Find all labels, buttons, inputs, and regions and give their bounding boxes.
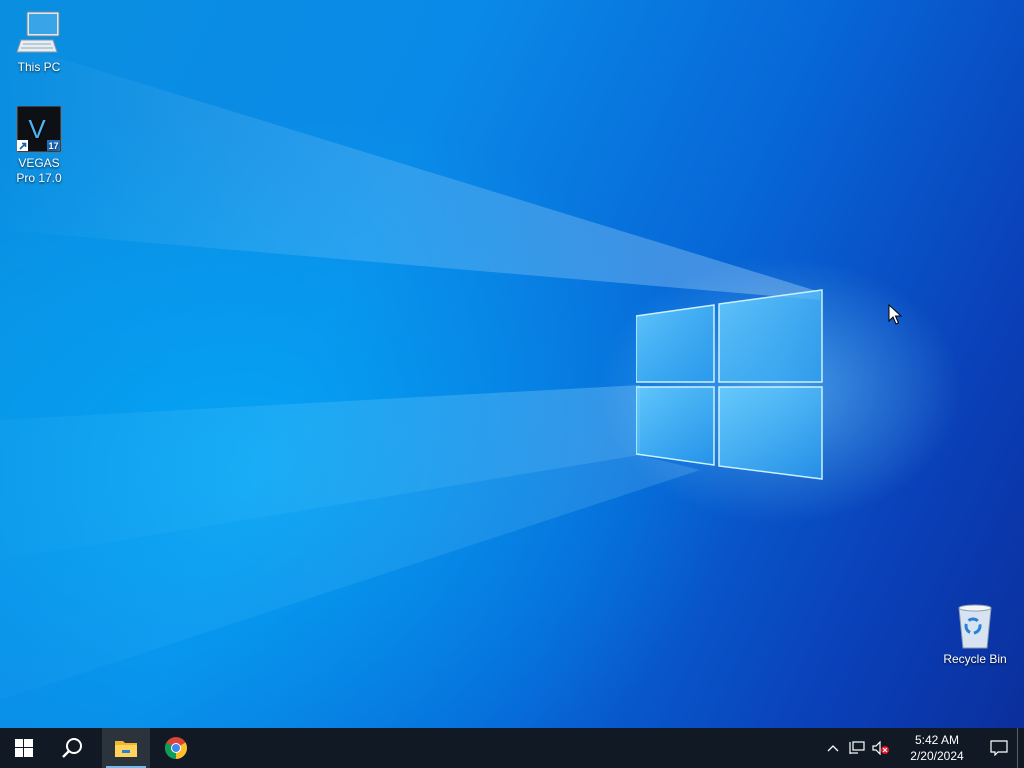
file-explorer-icon	[115, 741, 137, 757]
clock-time: 5:42 AM	[914, 733, 960, 747]
chrome-icon	[165, 737, 187, 759]
volume-button[interactable]	[869, 728, 893, 768]
vegas-badge-number: 17	[48, 141, 58, 151]
desktop-icon-label: This PC	[17, 60, 61, 74]
desktop-icon-recycle-bin[interactable]: Recycle Bin	[937, 602, 1013, 667]
taskbar-file-explorer[interactable]	[102, 728, 150, 768]
taskbar-chrome[interactable]	[152, 728, 200, 768]
windows-start-icon	[15, 739, 33, 757]
vegas-badge-letter: V	[28, 114, 46, 144]
recycle-bin-icon	[951, 602, 999, 650]
vegas-pro-icon: V 17	[15, 105, 63, 154]
start-button[interactable]	[0, 728, 48, 768]
taskbar-clock[interactable]: 5:42 AM 2/20/2024	[899, 732, 975, 764]
desktop-icon-this-pc[interactable]: This PC	[1, 10, 77, 75]
search-button[interactable]	[48, 728, 96, 768]
network-button[interactable]	[845, 728, 869, 768]
windows-logo-wallpaper	[636, 289, 823, 480]
mouse-cursor	[888, 304, 902, 325]
desktop-icon-vegas-pro[interactable]: V 17 VEGAS Pro 17.0	[1, 105, 77, 186]
chevron-up-icon	[827, 745, 839, 752]
this-pc-icon	[15, 10, 63, 58]
network-icon	[849, 741, 865, 754]
search-icon	[62, 738, 82, 758]
clock-date: 2/20/2024	[910, 749, 964, 763]
desktop-icon-label: VEGAS Pro 17.0	[16, 156, 62, 185]
speaker-muted-icon	[872, 741, 889, 755]
system-tray: 5:42 AM 2/20/2024	[821, 728, 1024, 768]
taskbar: 5:42 AM 2/20/2024	[0, 728, 1024, 768]
show-desktop-button[interactable]	[1017, 728, 1024, 768]
desktop-icon-label: Recycle Bin	[943, 652, 1007, 666]
action-center-icon	[990, 740, 1008, 756]
action-center-button[interactable]	[981, 728, 1017, 768]
wallpaper-light-beams	[0, 40, 820, 700]
desktop[interactable]: This PC V 17 VEGAS Pro 17.0 Recycle Bin	[0, 0, 1024, 728]
show-hidden-icons-button[interactable]	[821, 728, 845, 768]
